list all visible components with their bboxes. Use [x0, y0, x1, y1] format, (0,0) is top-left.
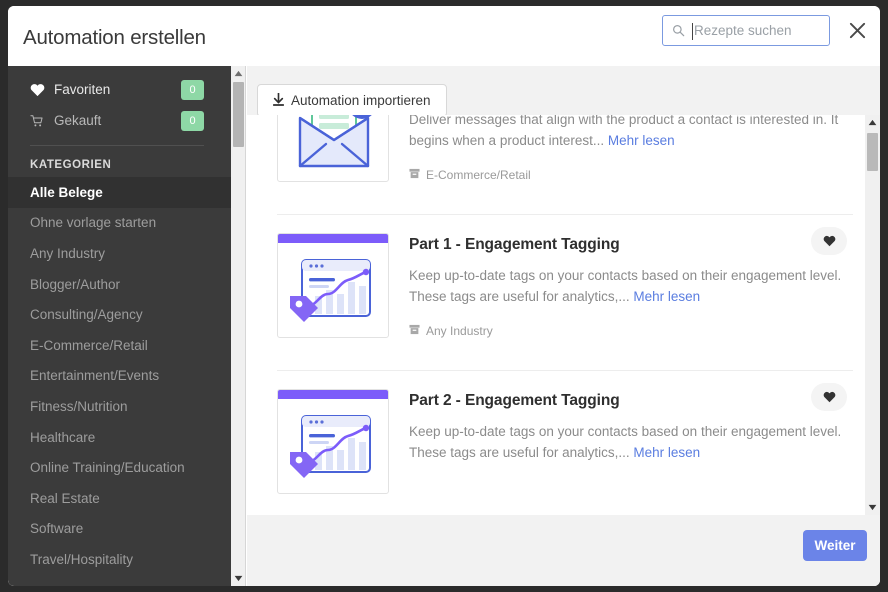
template-card-text: Product Interest Targeted Follow-up Deli… — [389, 115, 865, 200]
template-category: Any Industry — [409, 324, 865, 338]
envelope-cart-icon — [277, 115, 389, 182]
import-row: Automation importieren — [257, 84, 447, 117]
sidebar-item-real-estate[interactable]: Real Estate — [8, 483, 231, 514]
sidebar-item-label: Favoriten — [54, 82, 111, 97]
sidebar-item-alle-belege[interactable]: Alle Belege — [8, 177, 231, 208]
sidebar-item-travel-hospitality[interactable]: Travel/Hospitality — [8, 544, 231, 575]
template-description: Deliver messages that align with the pro… — [409, 115, 849, 151]
template-category: E-Commerce/Retail — [409, 168, 865, 182]
content-scrollbar[interactable] — [865, 115, 880, 515]
sidebar-section-label: KATEGORIEN — [30, 159, 112, 171]
sidebar-scrollbar-thumb[interactable] — [233, 82, 244, 147]
search-input[interactable] — [694, 23, 820, 38]
template-description-text: Keep up-to-date tags on your contacts ba… — [409, 424, 842, 460]
scroll-down-icon[interactable] — [865, 500, 880, 515]
content-scrollbar-thumb[interactable] — [867, 133, 878, 171]
scroll-up-icon[interactable] — [865, 115, 880, 130]
category-label: Consulting/Agency — [30, 307, 143, 323]
read-more-link[interactable]: Mehr lesen — [633, 289, 700, 304]
template-card[interactable]: Product Interest Targeted Follow-up Deli… — [247, 115, 865, 214]
sidebar-scrollbar[interactable] — [231, 66, 246, 586]
read-more-link[interactable]: Mehr lesen — [608, 133, 675, 148]
gekauft-count-badge: 0 — [181, 110, 204, 131]
header-actions — [662, 15, 872, 46]
import-automation-label: Automation importieren — [291, 93, 431, 108]
category-label: Real Estate — [30, 490, 100, 506]
cart-icon — [30, 114, 46, 128]
template-card-text: Part 1 - Engagement Tagging Keep up-to-d… — [389, 227, 865, 356]
download-icon — [272, 91, 285, 109]
import-automation-button[interactable]: Automation importieren — [257, 84, 447, 117]
search-box[interactable] — [662, 15, 830, 46]
close-icon[interactable] — [842, 16, 872, 46]
sidebar-item-ohne-vorlage-starten[interactable]: Ohne vorlage starten — [8, 208, 231, 239]
template-category-label: Any Industry — [426, 324, 493, 338]
template-title: Part 2 - Engagement Tagging — [409, 392, 620, 409]
analytics-tag-icon — [277, 389, 389, 494]
archive-box-icon — [409, 324, 420, 338]
template-description-text: Keep up-to-date tags on your contacts ba… — [409, 268, 842, 304]
sidebar-item-healthcare[interactable]: Healthcare — [8, 422, 231, 453]
heart-icon — [30, 83, 46, 97]
scroll-up-icon[interactable] — [231, 66, 246, 81]
favoriten-count-badge: 0 — [181, 79, 204, 100]
category-label: Online Training/Education — [30, 460, 185, 476]
text-cursor — [692, 23, 693, 40]
search-icon — [672, 24, 685, 37]
modal-header: Automation erstellen — [8, 6, 880, 66]
template-title: Part 1 - Engagement Tagging — [409, 236, 620, 253]
read-more-link[interactable]: Mehr lesen — [633, 445, 700, 460]
sidebar-item-blogger-author[interactable]: Blogger/Author — [8, 269, 231, 300]
modal-body: Favoriten 0 Gekauft 0 KATEGORIEN Alle Be… — [8, 66, 880, 586]
sidebar-item-fitness-nutrition[interactable]: Fitness/Nutrition — [8, 391, 231, 422]
sidebar-item-gekauft[interactable]: Gekauft 0 — [8, 105, 231, 136]
page-title: Automation erstellen — [23, 26, 206, 49]
template-card-text: Part 2 - Engagement Tagging Keep up-to-d… — [389, 383, 865, 512]
category-label: Entertainment/Events — [30, 368, 160, 384]
sidebar-item-software[interactable]: Software — [8, 514, 231, 545]
sidebar-item-consulting-agency[interactable]: Consulting/Agency — [8, 299, 231, 330]
template-list: Product Interest Targeted Follow-up Deli… — [247, 115, 880, 515]
archive-box-icon — [409, 168, 420, 182]
category-label: Alle Belege — [30, 184, 103, 200]
sidebar-item-entertainment-events[interactable]: Entertainment/Events — [8, 361, 231, 392]
sidebar-item-label: Gekauft — [54, 113, 102, 128]
analytics-tag-icon — [277, 233, 389, 338]
template-category-label: E-Commerce/Retail — [426, 168, 531, 182]
template-list-scroller: Product Interest Targeted Follow-up Deli… — [247, 115, 865, 515]
category-label: E-Commerce/Retail — [30, 337, 148, 353]
sidebar-item-e-commerce-retail[interactable]: E-Commerce/Retail — [8, 330, 231, 361]
category-label: Healthcare — [30, 429, 96, 445]
category-label: Travel/Hospitality — [30, 551, 134, 567]
template-description: Keep up-to-date tags on your contacts ba… — [409, 265, 849, 307]
template-description: Keep up-to-date tags on your contacts ba… — [409, 421, 849, 463]
create-automation-modal: Automation erstellen Rezepte suchen Favo… — [8, 6, 880, 586]
next-button[interactable]: Weiter — [803, 530, 867, 561]
content-panel: Automation importieren Deliver messages … — [247, 66, 880, 586]
sidebar-item-any-industry[interactable]: Any Industry — [8, 238, 231, 269]
sidebar: Favoriten 0 Gekauft 0 KATEGORIEN Alle Be… — [8, 66, 231, 586]
sidebar-item-favoriten[interactable]: Favoriten 0 — [8, 74, 231, 105]
favorite-button[interactable] — [811, 227, 847, 255]
category-label: Blogger/Author — [30, 276, 121, 292]
category-label: Ohne vorlage starten — [30, 215, 157, 231]
template-card[interactable]: Part 1 - Engagement Tagging Keep up-to-d… — [247, 215, 865, 370]
favorite-button[interactable] — [811, 383, 847, 411]
heart-icon — [823, 235, 835, 247]
heart-icon — [823, 391, 835, 403]
modal-footer: Weiter — [247, 515, 880, 586]
scroll-down-icon[interactable] — [231, 571, 246, 586]
category-label: Any Industry — [30, 245, 106, 261]
template-card[interactable]: Part 2 - Engagement Tagging Keep up-to-d… — [247, 371, 865, 515]
sidebar-item-online-training-education[interactable]: Online Training/Education — [8, 452, 231, 483]
category-label: Software — [30, 521, 84, 537]
category-label: Fitness/Nutrition — [30, 398, 128, 414]
app-window: Automation erstellen Rezepte suchen Favo… — [0, 0, 888, 592]
